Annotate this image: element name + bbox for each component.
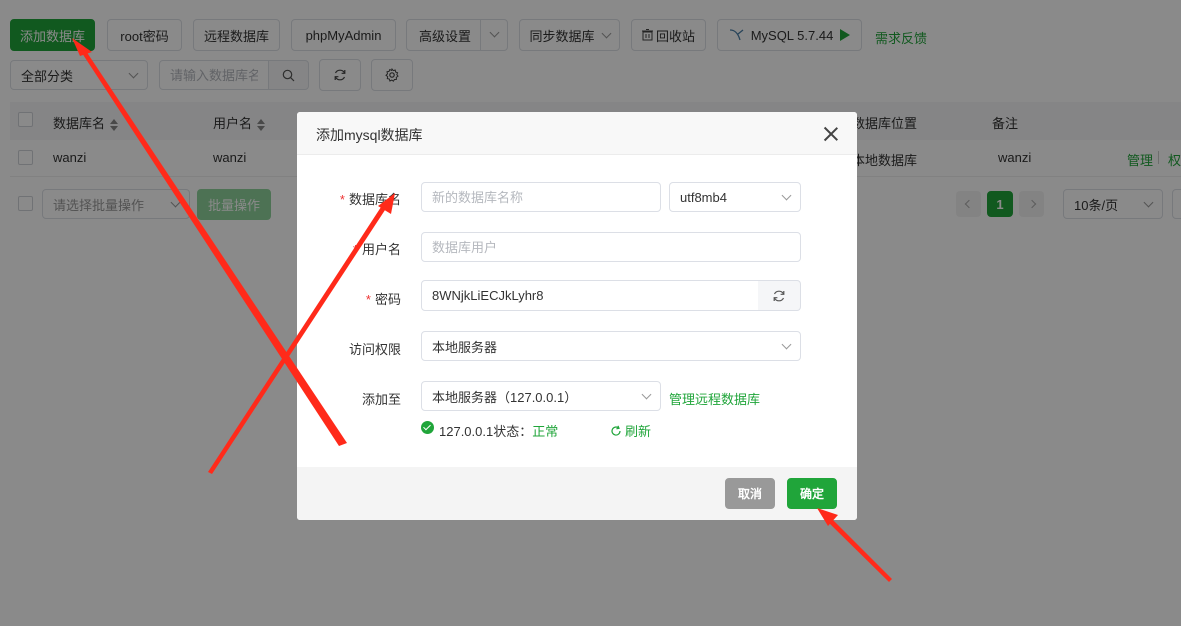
access-value: 本地服务器	[432, 339, 498, 355]
chevron-down-icon	[781, 190, 792, 200]
charset-select[interactable]: utf8mb4	[669, 182, 801, 212]
add-to-select[interactable]: 本地服务器（127.0.0.1）	[421, 381, 661, 411]
refresh-icon	[611, 425, 621, 436]
user-name-label-text: 用户名	[361, 242, 401, 257]
required-mark: *	[339, 192, 345, 207]
server-status: 127.0.0.1状态：正常	[439, 421, 558, 440]
db-user-input[interactable]	[421, 232, 801, 262]
refresh-icon	[773, 290, 785, 301]
regenerate-password-button[interactable]	[758, 280, 801, 311]
db-name-label-text: 数据库名	[348, 192, 401, 207]
close-icon[interactable]	[823, 126, 839, 142]
refresh-status-link[interactable]: 刷新	[610, 421, 651, 440]
charset-value: utf8mb4	[680, 189, 727, 205]
add-to-value: 本地服务器（127.0.0.1）	[432, 389, 578, 405]
db-name-label: * 数据库名	[297, 189, 401, 208]
password-input[interactable]	[421, 280, 759, 311]
refresh-status-label: 刷新	[625, 424, 652, 439]
add-mysql-database-dialog: 添加mysql数据库 *数据库名 utf8mb4 *用户名 *密码 访问权限 本…	[297, 112, 857, 520]
chevron-down-icon	[641, 389, 652, 399]
manage-remote-db-link[interactable]: 管理远程数据库	[669, 389, 760, 408]
password-label: * 密码	[297, 289, 401, 308]
confirm-button[interactable]: 确定	[787, 478, 837, 509]
required-mark: *	[352, 242, 358, 257]
server-status-value: 正常	[532, 424, 559, 439]
add-to-label: 添加至	[361, 392, 401, 407]
cancel-button[interactable]: 取消	[725, 478, 775, 509]
required-mark: *	[365, 292, 371, 307]
server-status-text: 127.0.0.1状态：	[439, 424, 533, 439]
modal-title: 添加mysql数据库	[316, 127, 423, 143]
check-circle-icon	[421, 421, 434, 434]
chevron-down-icon	[781, 339, 792, 349]
access-select[interactable]: 本地服务器	[421, 331, 801, 361]
access-label: 访问权限	[348, 342, 401, 357]
db-name-input[interactable]	[421, 182, 661, 212]
password-label-text: 密码	[374, 292, 401, 307]
user-name-label: * 用户名	[297, 239, 401, 258]
